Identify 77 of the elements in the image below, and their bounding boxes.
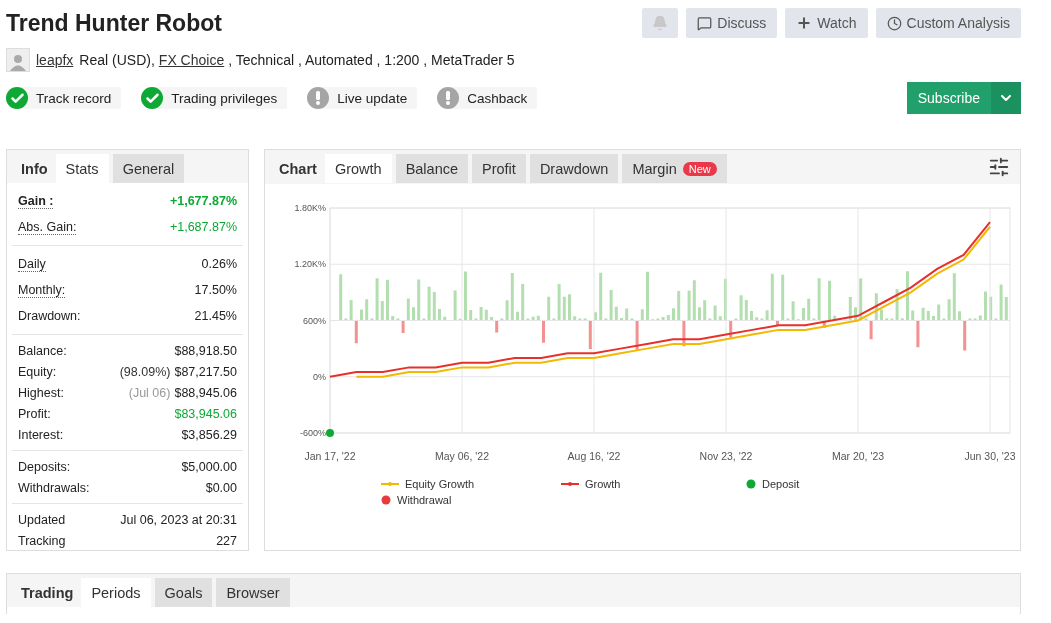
new-badge: New xyxy=(682,161,717,176)
stat-label: Tracking xyxy=(18,533,66,548)
stat-value: +1,677.87% xyxy=(169,194,237,208)
bell-icon xyxy=(652,15,669,31)
y-tick-label: 1.80K% xyxy=(294,203,326,213)
x-tick-label: May 06, '22 xyxy=(435,450,489,462)
tab[interactable]: Profit xyxy=(472,154,526,183)
stat-label: Monthly: xyxy=(18,282,66,298)
tab[interactable]: Growth xyxy=(324,154,392,183)
y-tick-label: 600% xyxy=(302,315,326,326)
stat-note: (98.09%) xyxy=(119,364,171,379)
legend-label: Equity Growth xyxy=(405,478,475,490)
stat-label: Interest: xyxy=(18,427,64,442)
legend-label: Withdrawal xyxy=(397,494,452,506)
stat-value: +1,687.87% xyxy=(169,220,237,234)
x-tick-label: Jun 30, '23 xyxy=(964,450,1016,462)
header-button[interactable]: Discuss xyxy=(686,8,778,38)
stat-label: Profit: xyxy=(18,406,51,421)
stat-value: $88,918.50 xyxy=(174,343,237,358)
tab[interactable]: Browser xyxy=(216,578,290,607)
stat-value: $88,945.06 xyxy=(174,385,237,400)
avatar-icon xyxy=(6,48,30,72)
stat-label: Balance: xyxy=(18,343,67,358)
stat-label: Highest: xyxy=(18,385,64,400)
stat-value: $5,000.00 xyxy=(181,459,237,474)
y-tick-label: 1.20K% xyxy=(294,259,326,270)
tab[interactable]: Drawdown xyxy=(529,154,619,183)
legend-label: Deposit xyxy=(762,478,800,490)
stat-label: Daily xyxy=(18,256,46,272)
settings-icon[interactable] xyxy=(988,156,1010,178)
stat-label: Equity: xyxy=(18,364,57,379)
status-badge: Live update xyxy=(307,87,418,109)
stat-label: Gain : xyxy=(18,193,54,209)
tab[interactable]: General xyxy=(112,154,185,183)
header-button[interactable]: Custom Analysis xyxy=(875,8,1021,38)
panel-title: Info xyxy=(20,159,49,179)
legend-label: Growth xyxy=(585,478,621,490)
stat-value: $83,945.06 xyxy=(174,406,237,421)
stat-label: Abs. Gain: xyxy=(18,219,77,235)
status-badge: Cashback xyxy=(437,87,538,109)
status-badge: Track record xyxy=(6,87,122,109)
stat-value: $3,856.29 xyxy=(181,427,237,442)
author-link[interactable]: leapfx xyxy=(36,52,74,68)
stat-note: (Jul 06) xyxy=(128,385,171,400)
broker-link[interactable]: FX Choice xyxy=(158,52,225,68)
dropdown-button[interactable] xyxy=(991,82,1021,114)
stat-value: 17.50% xyxy=(194,283,237,297)
stat-label: Updated xyxy=(18,512,66,527)
chat-bubble-icon xyxy=(697,15,713,31)
stat-label: Deposits: xyxy=(18,459,71,474)
x-tick-label: Nov 23, '22 xyxy=(699,450,753,462)
x-tick-label: Aug 16, '22 xyxy=(567,450,621,462)
x-tick-label: Jan 17, '22 xyxy=(304,450,356,462)
clock-icon xyxy=(886,15,902,31)
stat-value: $87,217.50 xyxy=(174,364,237,379)
stat-value: Jul 06, 2023 at 20:31 xyxy=(120,512,237,527)
page-title: Trend Hunter Robot xyxy=(6,9,222,38)
panel-title: Trading xyxy=(20,583,75,603)
panel-title: Chart xyxy=(278,159,318,179)
tab[interactable]: Balance xyxy=(395,154,469,183)
stat-value: $0.00 xyxy=(205,480,237,495)
stat-value: 21.45% xyxy=(194,309,237,323)
header-button[interactable]: Watch xyxy=(785,8,868,38)
account-details: , Technical , Automated , 1:200 , MetaTrader 5 xyxy=(228,52,515,68)
x-tick-label: Mar 20, '23 xyxy=(831,450,885,462)
account-details: Real (USD), xyxy=(79,52,155,68)
tab[interactable]: Goals xyxy=(154,578,213,607)
stat-label: Drawdown: xyxy=(18,309,81,323)
y-tick-label: -600% xyxy=(300,428,326,438)
stat-value: 0.26% xyxy=(201,257,237,271)
y-tick-label: 0% xyxy=(313,371,326,382)
stat-value: 227 xyxy=(216,533,237,548)
tab[interactable]: Margin New xyxy=(622,154,727,183)
tab[interactable]: Periods xyxy=(81,578,151,607)
tab[interactable]: Stats xyxy=(55,154,109,183)
stat-label: Withdrawals: xyxy=(18,480,90,495)
status-badge: Trading privileges xyxy=(141,87,288,109)
